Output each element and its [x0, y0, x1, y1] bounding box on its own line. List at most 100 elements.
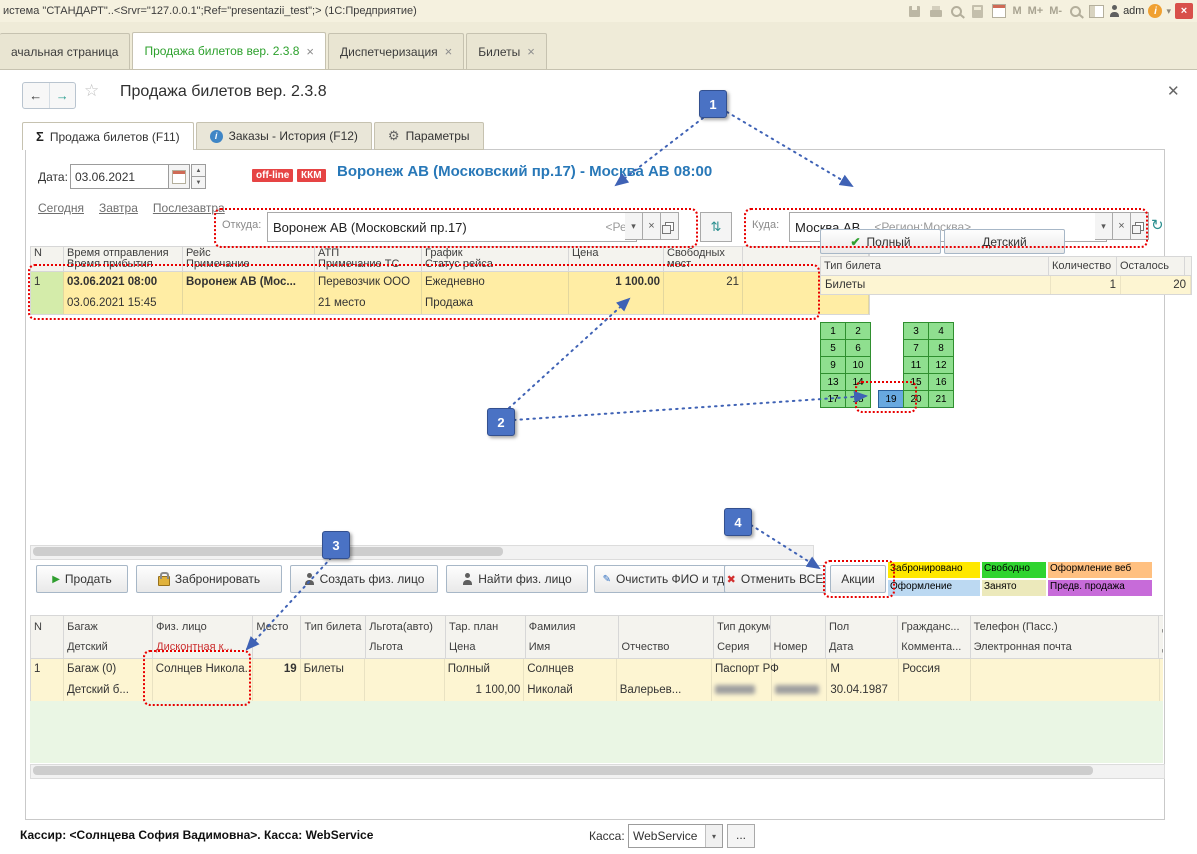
zoom-icon[interactable]	[1067, 3, 1084, 19]
action-label: Создать физ. лицо	[320, 572, 425, 586]
spinner-down-icon[interactable]: ▼	[191, 177, 206, 189]
tickets-row[interactable]: Билеты120	[820, 276, 1192, 295]
chevron-down-icon[interactable]: ▾	[1166, 6, 1171, 17]
trips-hscrollbar[interactable]	[30, 545, 814, 560]
offline-badge: off-line	[252, 169, 293, 182]
seat-15[interactable]: 15	[903, 373, 929, 391]
memory-mplus-button[interactable]: M+	[1027, 5, 1045, 17]
window-tab[interactable]: Диспетчеризация×	[328, 33, 464, 69]
swap-route-button[interactable]: ⇅	[700, 212, 732, 242]
seat-11[interactable]: 11	[903, 356, 929, 374]
passengers-header-cell: N	[31, 616, 64, 658]
print-icon[interactable]	[927, 3, 944, 19]
from-clear-icon[interactable]: ×	[643, 212, 661, 240]
trips-cell: ЕжедневноПродажа	[422, 272, 569, 314]
forward-button[interactable]: →	[49, 83, 76, 108]
form-tab-sigma[interactable]: ΣПродажа билетов (F11)	[22, 122, 194, 150]
full-ticket-button[interactable]: ✔ Полный	[820, 229, 941, 254]
seat-10[interactable]: 10	[845, 356, 871, 374]
passengers-header-cell: Тип документаСерия	[714, 616, 770, 658]
from-open-icon[interactable]	[661, 212, 679, 240]
child-ticket-button[interactable]: Детский	[944, 229, 1065, 254]
calculator-icon[interactable]	[969, 3, 986, 19]
seat-14[interactable]: 14	[845, 373, 871, 391]
form-tab-gear[interactable]: ⚙Параметры	[374, 122, 484, 150]
tab-close-icon[interactable]: ×	[527, 44, 535, 59]
passengers-header-cell: Льгота(авто)Льгота	[366, 616, 446, 658]
refresh-icon[interactable]: ↻	[1151, 216, 1164, 234]
seat-20[interactable]: 20	[903, 390, 929, 408]
cancel-all-button[interactable]: ✖Отменить ВСЕ	[724, 565, 826, 593]
date-calendar-button[interactable]	[169, 164, 190, 189]
seat-4[interactable]: 4	[928, 322, 954, 340]
clear-fio-button[interactable]: ✎Очистить ФИО и тд.	[594, 565, 736, 593]
seat-6[interactable]: 6	[845, 339, 871, 357]
kassa-select[interactable]: WebService ▾	[628, 824, 723, 848]
quick-link[interactable]: Сегодня	[38, 201, 84, 215]
date-input[interactable]: 03.06.2021	[70, 164, 169, 189]
quick-link[interactable]: Послезавтра	[153, 201, 225, 215]
preview-icon[interactable]	[948, 3, 965, 19]
info-icon[interactable]: i	[1148, 4, 1162, 18]
quick-link[interactable]: Завтра	[99, 201, 138, 215]
user-button[interactable]: adm	[1109, 5, 1144, 17]
tickets-cell: 1	[1051, 276, 1121, 294]
seat-7[interactable]: 7	[903, 339, 929, 357]
calendar-icon[interactable]	[990, 3, 1007, 19]
promotions-button[interactable]: Акции	[830, 565, 886, 593]
seat-13[interactable]: 13	[820, 373, 846, 391]
seat-21[interactable]: 21	[928, 390, 954, 408]
memory-mminus-button[interactable]: M-	[1048, 5, 1063, 17]
passenger-cell: 19	[253, 659, 301, 701]
date-label: Дата:	[38, 170, 68, 184]
back-button[interactable]: ←	[23, 83, 49, 108]
passenger-cell	[971, 659, 1159, 701]
kassa-dropdown-icon[interactable]: ▾	[705, 825, 722, 847]
kassa-more-button[interactable]: ...	[727, 824, 755, 848]
trips-cell: 1	[31, 272, 64, 314]
save-icon[interactable]	[906, 3, 923, 19]
window-tab[interactable]: Билеты×	[466, 33, 547, 69]
seat-8[interactable]: 8	[928, 339, 954, 357]
tab-close-icon[interactable]: ×	[445, 44, 453, 59]
to-clear-icon[interactable]: ×	[1113, 212, 1131, 240]
seat-9[interactable]: 9	[820, 356, 846, 374]
seat-5[interactable]: 5	[820, 339, 846, 357]
seat-18[interactable]: 18	[845, 390, 871, 408]
seat-1[interactable]: 1	[820, 322, 846, 340]
spinner-up-icon[interactable]: ▲	[191, 164, 206, 177]
callout-1: 1	[699, 90, 727, 118]
seat-19[interactable]: 19	[878, 390, 904, 408]
to-dropdown-icon[interactable]: ▾	[1095, 212, 1113, 240]
passengers-row[interactable]: 1Багаж (0)Детский б...Солнцев Никола...1…	[30, 659, 1163, 702]
memory-m-button[interactable]: M	[1011, 5, 1022, 17]
panels-icon[interactable]	[1088, 3, 1105, 19]
seat-3[interactable]: 3	[903, 322, 929, 340]
form-tab-info[interactable]: iЗаказы - История (F12)	[196, 122, 372, 150]
tab-close-icon[interactable]: ×	[306, 44, 314, 59]
form-close-icon[interactable]: ✕	[1167, 82, 1180, 100]
passengers-hscrollbar[interactable]	[30, 764, 1165, 779]
passengers-header-cell: ФамилияИмя	[526, 616, 619, 658]
seat-2[interactable]: 2	[845, 322, 871, 340]
kassa-value: WebService	[629, 829, 705, 843]
passenger-cell: Билеты	[301, 659, 366, 701]
window-close-button[interactable]: ×	[1175, 3, 1193, 19]
favorite-star-icon[interactable]: ☆	[84, 81, 99, 101]
seat-12[interactable]: 12	[928, 356, 954, 374]
create-person-button[interactable]: Создать физ. лицо	[290, 565, 438, 593]
from-field[interactable]: Воронеж АВ (Московский пр.17) <Рег	[267, 212, 637, 242]
action-label: Забронировать	[175, 572, 260, 586]
seat-16[interactable]: 16	[928, 373, 954, 391]
to-open-icon[interactable]	[1131, 212, 1149, 240]
from-label: Откуда:	[222, 219, 261, 231]
sell-button[interactable]: ▶Продать	[36, 565, 128, 593]
from-dropdown-icon[interactable]: ▾	[625, 212, 643, 240]
seat-17[interactable]: 17	[820, 390, 846, 408]
window-tab[interactable]: ачальная страница	[0, 33, 130, 69]
find-person-button[interactable]: Найти физ. лицо	[446, 565, 588, 593]
passengers-header-cell: ПолДата	[826, 616, 898, 658]
window-tab[interactable]: Продажа билетов вер. 2.3.8×	[132, 32, 326, 69]
reserve-button[interactable]: Забронировать	[136, 565, 282, 593]
trips-row[interactable]: 103.06.2021 08:0003.06.2021 15:45Воронеж…	[30, 272, 870, 315]
